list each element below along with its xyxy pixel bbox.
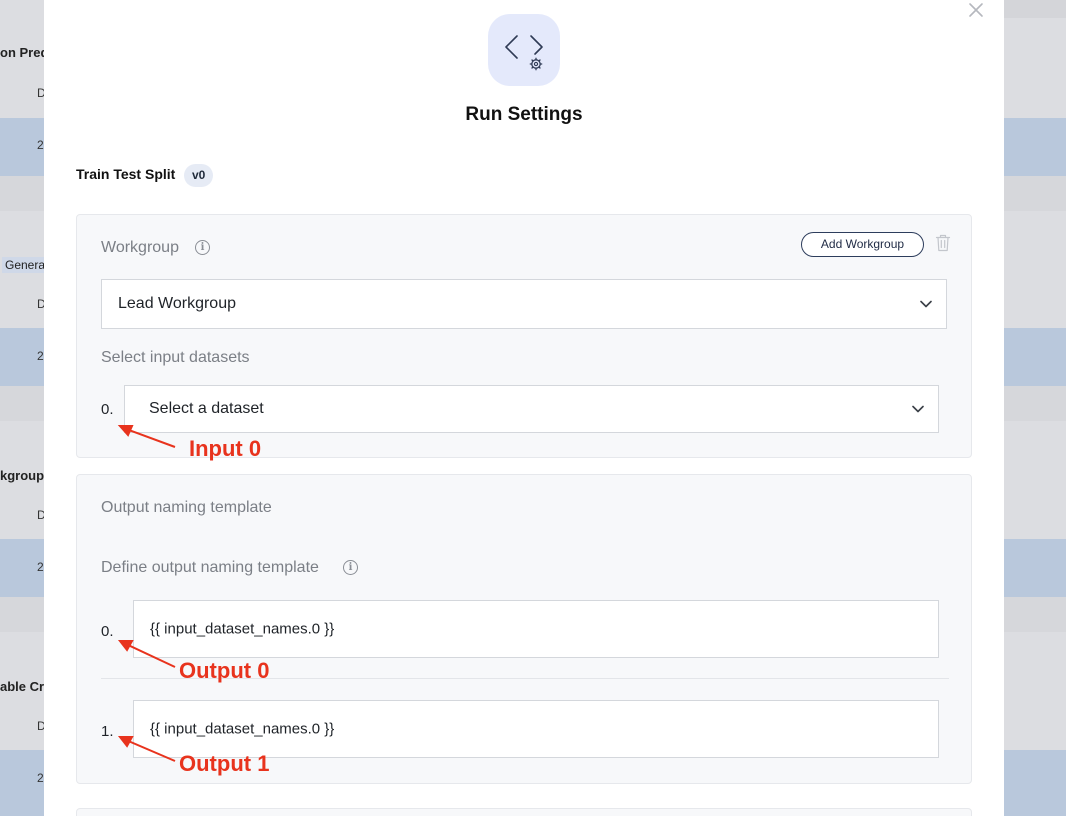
bg-card-title: on Pred (0, 45, 44, 60)
bg-row (1004, 176, 1066, 211)
bg-row-highlight (1004, 328, 1066, 386)
bg-row-highlight (1004, 539, 1066, 597)
bg-row (0, 386, 44, 421)
bg-row (1004, 421, 1066, 539)
bg-row (1004, 597, 1066, 632)
bg-card-title: able Cr (0, 679, 44, 694)
annotation-output-0: Output 0 (179, 658, 270, 683)
bg-row (1004, 386, 1066, 421)
bg-row (1004, 632, 1066, 750)
bg-row (1004, 0, 1066, 18)
annotation-input-0: Input 0 (189, 436, 262, 461)
bg-card-value: 2 (37, 138, 44, 152)
bg-row (1004, 18, 1066, 118)
bg-card-title: kgroup (0, 468, 44, 483)
bg-row-highlight (1004, 118, 1066, 176)
bg-card-value: 2 (37, 560, 44, 574)
bg-row (0, 597, 44, 632)
run-settings-modal: Run Settings Train Test Split v0 Workgro… (44, 0, 1004, 816)
bg-row (0, 176, 44, 211)
annotation-arrows (117, 425, 176, 762)
bg-row-highlight (1004, 750, 1066, 816)
bg-card-value: 2 (37, 771, 44, 785)
bg-card-value: 2 (37, 349, 44, 363)
bg-row (1004, 211, 1066, 328)
bg-card-tag: Genera (2, 257, 44, 273)
annotation-output-1: Output 1 (179, 751, 270, 776)
